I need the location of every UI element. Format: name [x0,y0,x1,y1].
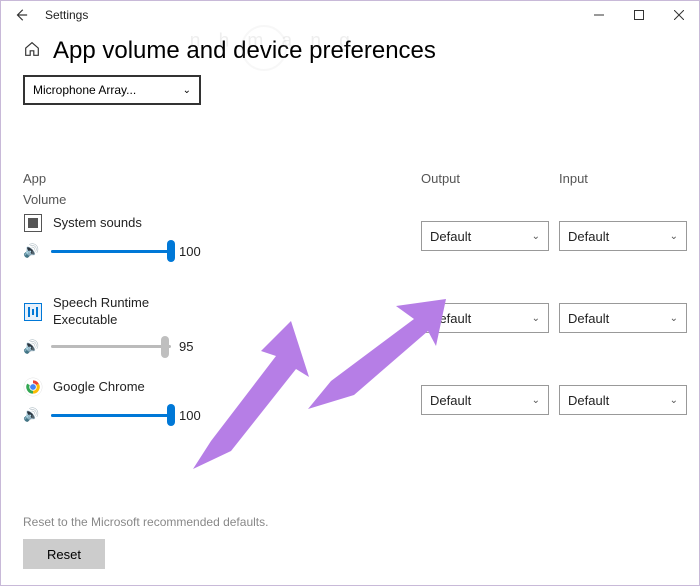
watermark-text: n h m a n g [190,29,356,51]
maximize-button[interactable] [619,1,659,29]
speaker-icon[interactable]: 🔊 [23,407,43,423]
apps-column: App Volume System sounds 🔊 100 [23,171,413,459]
column-header-input: Input [559,171,689,186]
window-title: Settings [41,8,88,22]
home-icon[interactable] [23,40,41,63]
speaker-icon[interactable]: 🔊 [23,339,43,355]
input-selected: Default [568,393,609,408]
reset-area: Reset to the Microsoft recommended defau… [23,515,268,569]
close-button[interactable] [659,1,699,29]
chevron-down-icon: ⌄ [183,85,191,96]
column-header-output: Output [421,171,551,186]
reset-button[interactable]: Reset [23,539,105,569]
back-button[interactable] [1,1,41,29]
close-icon [674,10,684,20]
input-selected: Default [568,311,609,326]
input-device-selected: Microphone Array... [33,83,136,97]
output-select[interactable]: Default ⌄ [421,385,549,415]
app-entry: System sounds 🔊 100 [23,213,413,295]
app-name-label: Speech Runtime Executable [53,295,193,329]
volume-slider[interactable] [51,414,171,417]
volume-value: 95 [179,339,205,354]
chevron-down-icon: ⌄ [670,313,678,324]
app-entry: Google Chrome 🔊 100 [23,377,413,459]
output-select[interactable]: Default ⌄ [421,303,549,333]
app-name-label: System sounds [53,215,142,232]
volume-slider[interactable] [51,250,171,253]
chevron-down-icon: ⌄ [532,231,540,242]
input-column: Input Default ⌄ Default ⌄ Default ⌄ [559,171,689,459]
volume-value: 100 [179,244,205,259]
minimize-button[interactable] [579,1,619,29]
volume-slider[interactable] [51,345,171,348]
app-name-label: Google Chrome [53,379,145,396]
system-sounds-icon [23,213,43,233]
reset-button-label: Reset [47,547,81,562]
output-selected: Default [430,311,471,326]
chevron-down-icon: ⌄ [532,395,540,406]
chevron-down-icon: ⌄ [670,231,678,242]
reset-description: Reset to the Microsoft recommended defau… [23,515,268,529]
column-header-app: App [23,171,413,186]
input-device-select[interactable]: Microphone Array... ⌄ [23,75,201,105]
output-selected: Default [430,393,471,408]
input-select[interactable]: Default ⌄ [559,221,687,251]
column-subheader-volume: Volume [23,192,413,207]
chrome-icon [23,377,43,397]
chevron-down-icon: ⌄ [532,313,540,324]
speaker-icon[interactable]: 🔊 [23,243,43,259]
minimize-icon [594,10,604,20]
output-selected: Default [430,229,471,244]
app-entry: Speech Runtime Executable 🔊 95 [23,295,413,377]
maximize-icon [634,10,644,20]
window-controls [579,1,699,29]
volume-value: 100 [179,408,205,423]
output-column: Output Default ⌄ Default ⌄ Default ⌄ [421,171,551,459]
speech-runtime-icon [23,302,43,322]
input-select[interactable]: Default ⌄ [559,303,687,333]
chevron-down-icon: ⌄ [670,395,678,406]
title-bar: Settings [1,1,699,29]
output-select[interactable]: Default ⌄ [421,221,549,251]
back-arrow-icon [14,8,28,22]
input-selected: Default [568,229,609,244]
input-select[interactable]: Default ⌄ [559,385,687,415]
